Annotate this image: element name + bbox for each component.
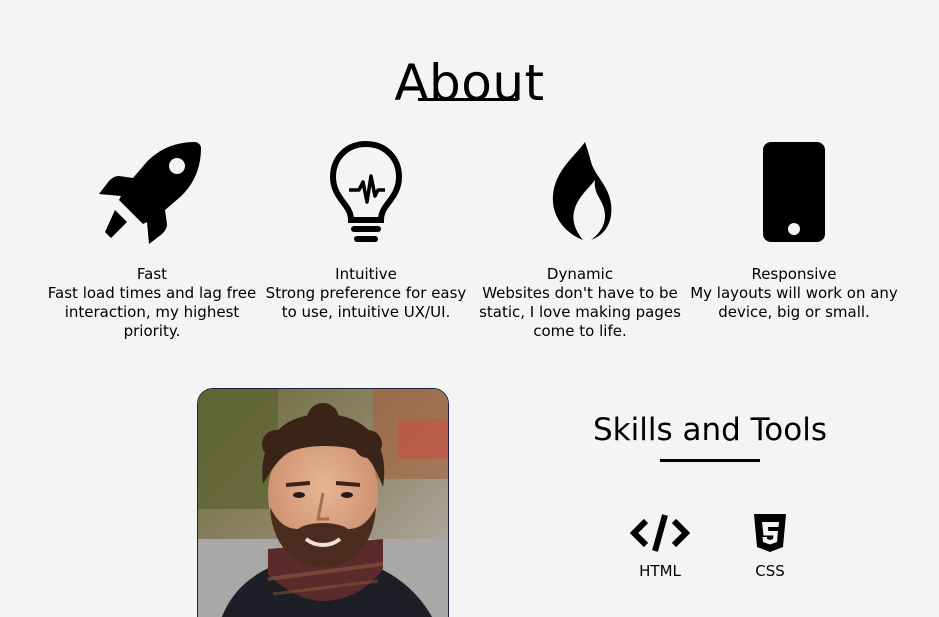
feature-description: Strong preference for easy to use, intui…: [265, 284, 467, 321]
feature-description: Fast load times and lag free interaction…: [47, 284, 257, 340]
rocket-icon: [99, 142, 201, 244]
about-title: About: [394, 53, 545, 112]
about-section: About Fast Fast load times and lag free …: [0, 0, 939, 617]
about-title-divider: [418, 98, 518, 101]
mobile-phone-icon: [763, 142, 825, 242]
skills-title: Skills and Tools: [592, 411, 827, 448]
feature-label: Fast: [136, 265, 168, 283]
skill-css: CSS: [730, 512, 810, 580]
feature-dynamic: Dynamic Websites don't have to be static…: [473, 140, 687, 341]
feature-intuitive: Intuitive Strong preference for easy to …: [259, 140, 473, 322]
features-row: Fast Fast load times and lag free intera…: [45, 140, 902, 350]
feature-label: Intuitive: [335, 265, 397, 283]
flame-icon: [552, 142, 612, 240]
feature-description: My layouts will work on any device, big …: [690, 284, 898, 321]
feature-fast: Fast Fast load times and lag free intera…: [45, 140, 259, 341]
code-icon: [630, 514, 690, 552]
lightbulb-icon: [329, 140, 403, 242]
skill-label: HTML: [639, 562, 681, 580]
feature-label: Dynamic: [546, 265, 614, 283]
feature-label: Responsive: [751, 265, 837, 283]
skill-label: CSS: [755, 562, 785, 580]
feature-responsive: Responsive My layouts will work on any d…: [687, 140, 901, 322]
skill-html: HTML: [620, 512, 700, 580]
feature-description: Websites don't have to be static, I love…: [479, 284, 681, 340]
skills-title-divider: [660, 459, 760, 462]
profile-photo: [197, 388, 449, 617]
css3-icon: [754, 514, 786, 552]
